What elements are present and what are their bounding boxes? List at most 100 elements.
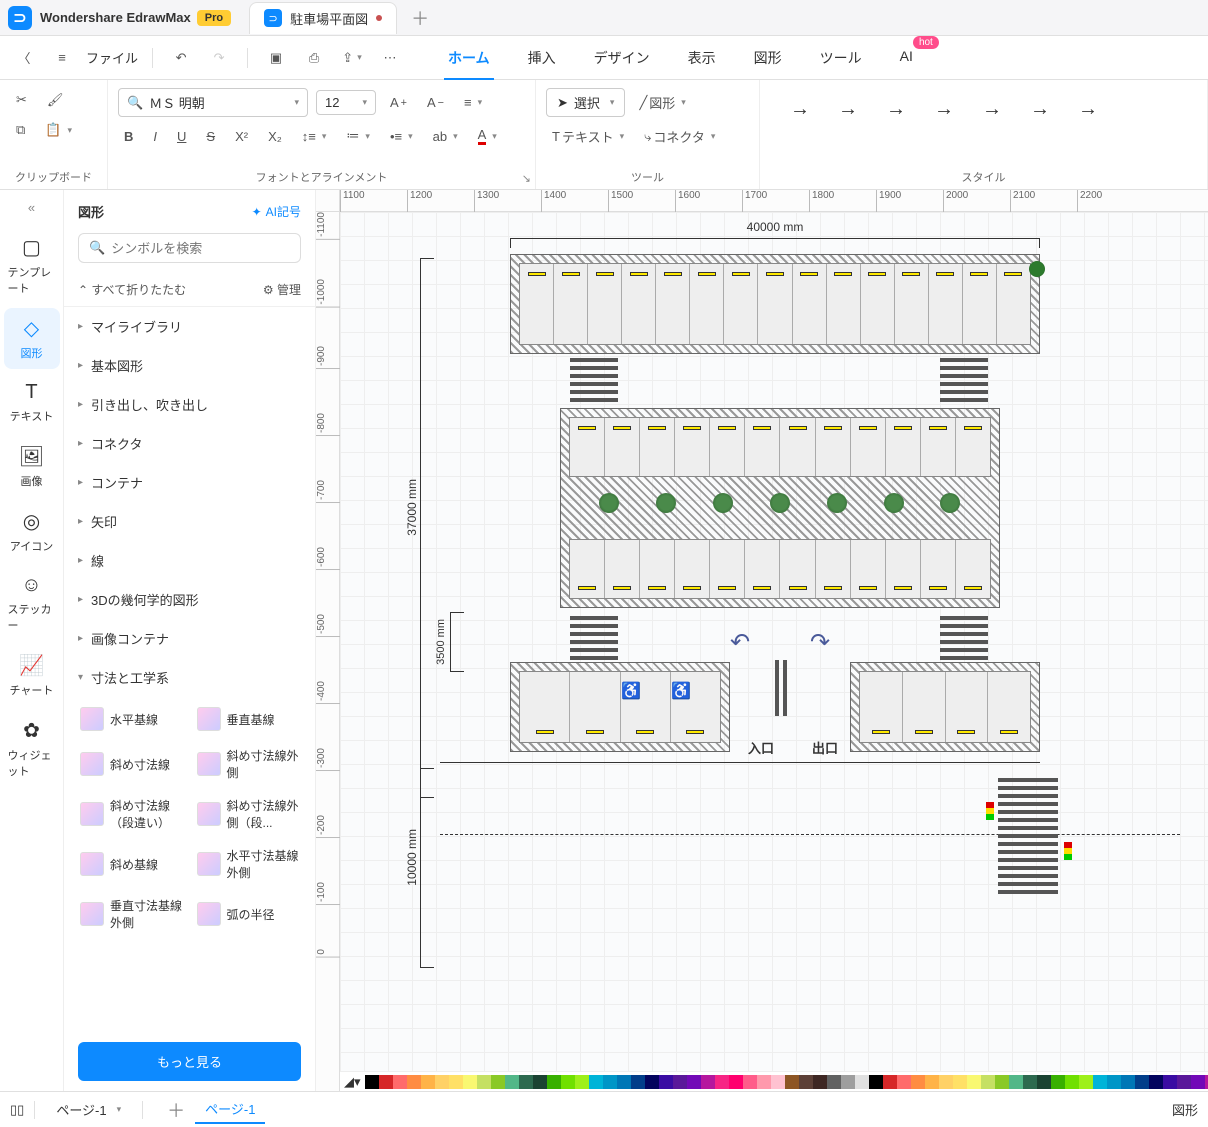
paste-button[interactable]: 📋▾ bbox=[39, 118, 78, 142]
strike-button[interactable]: S bbox=[200, 125, 221, 148]
color-swatch[interactable] bbox=[1135, 1075, 1149, 1089]
color-swatch[interactable] bbox=[547, 1075, 561, 1089]
export-button[interactable]: ⇪▾ bbox=[338, 44, 366, 72]
page-tab-1[interactable]: ページ-1 bbox=[195, 1095, 265, 1124]
save-button[interactable]: ▣ bbox=[262, 44, 290, 72]
text-tool-button[interactable]: T テキスト▾ bbox=[546, 123, 630, 150]
file-menu[interactable]: ファイル bbox=[86, 48, 138, 67]
color-swatch[interactable] bbox=[757, 1075, 771, 1089]
parking-block-bottom-left[interactable]: ♿ ♿ bbox=[510, 662, 730, 752]
color-swatch[interactable] bbox=[939, 1075, 953, 1089]
color-swatch[interactable] bbox=[981, 1075, 995, 1089]
color-swatch[interactable] bbox=[673, 1075, 687, 1089]
cut-button[interactable]: ✂ bbox=[10, 88, 33, 112]
color-swatch[interactable] bbox=[701, 1075, 715, 1089]
select-tool-button[interactable]: ➤ 選択▾ bbox=[546, 88, 625, 117]
color-swatch[interactable] bbox=[1177, 1075, 1191, 1089]
tab-insert[interactable]: 挿入 bbox=[524, 38, 560, 78]
font-size-select[interactable]: 12▾ bbox=[316, 90, 376, 115]
color-swatch[interactable] bbox=[393, 1075, 407, 1089]
page-panel-icon[interactable]: ▯▯ bbox=[10, 1102, 24, 1118]
symbol-search[interactable]: 🔍 bbox=[78, 233, 301, 263]
color-swatch[interactable] bbox=[659, 1075, 673, 1089]
shape-tool-button[interactable]: ╱ 図形▾ bbox=[633, 89, 691, 116]
font-grow-button[interactable]: A+ bbox=[384, 91, 413, 114]
font-color-button[interactable]: A▾ bbox=[472, 123, 503, 149]
cat-connector[interactable]: コネクタ bbox=[64, 424, 315, 463]
shape-item[interactable]: 弧の半径 bbox=[195, 891, 308, 937]
color-swatch[interactable] bbox=[1093, 1075, 1107, 1089]
color-swatch[interactable] bbox=[1023, 1075, 1037, 1089]
canvas[interactable]: 1100120013001400150016001700180019002000… bbox=[316, 190, 1208, 1091]
manage-link[interactable]: ⚙ 管理 bbox=[263, 281, 301, 298]
add-tab-button[interactable]: ＋ bbox=[411, 5, 429, 31]
color-swatch[interactable] bbox=[435, 1075, 449, 1089]
color-swatch[interactable] bbox=[1051, 1075, 1065, 1089]
collapse-all-link[interactable]: ⌃ すべて折りたたむ bbox=[78, 281, 186, 298]
shape-item[interactable]: 斜め寸法線外側 bbox=[195, 741, 308, 787]
color-swatch[interactable] bbox=[421, 1075, 435, 1089]
copy-button[interactable]: ⧉ bbox=[10, 118, 31, 142]
parking-block-middle[interactable] bbox=[560, 408, 1000, 608]
more-button[interactable]: ⋯ bbox=[376, 44, 404, 72]
sidebar-item-icon[interactable]: ◎アイコン bbox=[4, 501, 60, 562]
format-painter-button[interactable]: 🖌 bbox=[41, 88, 70, 112]
arrow-style-5[interactable]: → bbox=[982, 98, 1002, 121]
color-swatch[interactable] bbox=[1149, 1075, 1163, 1089]
drawing-page[interactable]: 40000 mm 37000 mm 3500 mm 10000 mm bbox=[350, 222, 1180, 992]
superscript-button[interactable]: X² bbox=[229, 125, 254, 148]
color-swatch[interactable] bbox=[575, 1075, 589, 1089]
color-swatch[interactable] bbox=[715, 1075, 729, 1089]
color-swatch[interactable] bbox=[379, 1075, 393, 1089]
color-swatch[interactable] bbox=[729, 1075, 743, 1089]
color-swatch[interactable] bbox=[617, 1075, 631, 1089]
color-swatch[interactable] bbox=[1191, 1075, 1205, 1089]
color-swatch[interactable] bbox=[1121, 1075, 1135, 1089]
color-swatch[interactable] bbox=[1009, 1075, 1023, 1089]
color-swatch[interactable] bbox=[477, 1075, 491, 1089]
color-swatch[interactable] bbox=[785, 1075, 799, 1089]
cat-3d[interactable]: 3Dの幾何学的図形 bbox=[64, 580, 315, 619]
parking-block-bottom-right[interactable] bbox=[850, 662, 1040, 752]
color-swatch[interactable] bbox=[911, 1075, 925, 1089]
color-swatch[interactable] bbox=[897, 1075, 911, 1089]
right-panel-label[interactable]: 図形 bbox=[1172, 1100, 1198, 1119]
color-swatch[interactable] bbox=[855, 1075, 869, 1089]
font-dialog-launcher[interactable]: ↘ bbox=[522, 172, 531, 185]
color-swatch[interactable] bbox=[463, 1075, 477, 1089]
color-swatch[interactable] bbox=[603, 1075, 617, 1089]
shape-item[interactable]: 水平寸法基線外側 bbox=[195, 841, 308, 887]
color-swatch[interactable] bbox=[505, 1075, 519, 1089]
color-swatch[interactable] bbox=[687, 1075, 701, 1089]
shape-item[interactable]: 斜め寸法線 bbox=[78, 741, 191, 787]
hamburger-menu-icon[interactable]: ≡ bbox=[48, 44, 76, 72]
color-swatch[interactable] bbox=[1065, 1075, 1079, 1089]
shape-item[interactable]: 斜め基線 bbox=[78, 841, 191, 887]
color-swatch[interactable] bbox=[799, 1075, 813, 1089]
cat-mylib[interactable]: マイライブラリ bbox=[64, 307, 315, 346]
tab-view[interactable]: 表示 bbox=[684, 38, 720, 78]
add-page-button[interactable]: ＋ bbox=[167, 1097, 185, 1123]
text-transform-button[interactable]: ab▾ bbox=[427, 125, 464, 148]
cat-dimension[interactable]: 寸法と工学系 bbox=[64, 658, 315, 697]
color-swatch[interactable] bbox=[1079, 1075, 1093, 1089]
color-swatch[interactable] bbox=[561, 1075, 575, 1089]
more-shapes-button[interactable]: もっと見る bbox=[78, 1042, 301, 1081]
list-button[interactable]: ≔▾ bbox=[340, 124, 376, 148]
back-button[interactable]: 〈 bbox=[10, 44, 38, 72]
color-swatch[interactable] bbox=[1163, 1075, 1177, 1089]
color-swatch[interactable] bbox=[533, 1075, 547, 1089]
sidebar-item-shape[interactable]: ◇図形 bbox=[4, 308, 60, 369]
tab-shape[interactable]: 図形 bbox=[750, 38, 786, 78]
shape-item[interactable]: 斜め寸法線（段違い） bbox=[78, 791, 191, 837]
fill-dropper-icon[interactable]: ◢▾ bbox=[344, 1074, 361, 1090]
redo-button[interactable]: ↷ bbox=[205, 44, 233, 72]
arrow-style-4[interactable]: → bbox=[934, 98, 954, 121]
color-swatch[interactable] bbox=[491, 1075, 505, 1089]
connector-tool-button[interactable]: ⤷ コネクタ▾ bbox=[638, 123, 721, 150]
color-swatch[interactable] bbox=[645, 1075, 659, 1089]
print-button[interactable]: ⎙ bbox=[300, 44, 328, 72]
symbol-search-input[interactable] bbox=[111, 241, 290, 256]
tab-design[interactable]: デザイン bbox=[590, 38, 654, 78]
color-swatch[interactable] bbox=[813, 1075, 827, 1089]
